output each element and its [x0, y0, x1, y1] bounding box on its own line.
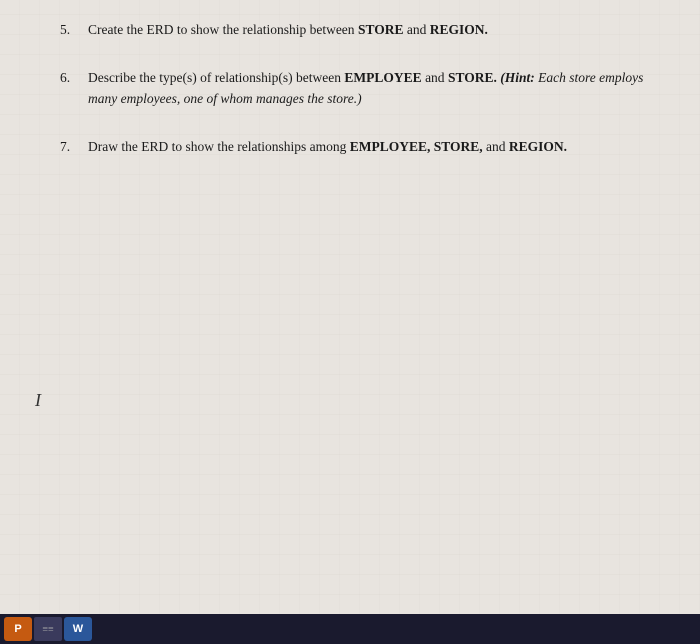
taskbar-files-button[interactable]: ≡≡ — [34, 617, 62, 641]
question-7-text: Draw the ERD to show the relationships a… — [88, 137, 660, 157]
powerpoint-icon: P — [14, 623, 21, 635]
taskbar-word-button[interactable]: W — [64, 617, 92, 641]
word-icon: W — [73, 623, 83, 635]
question-5-text: Create the ERD to show the relationship … — [88, 20, 660, 40]
taskbar-powerpoint-button[interactable]: P — [4, 617, 32, 641]
question-5: 5. Create the ERD to show the relationsh… — [60, 20, 660, 40]
question-6: 6. Describe the type(s) of relationship(… — [60, 68, 660, 109]
question-6-text: Describe the type(s) of relationship(s) … — [88, 68, 660, 109]
text-cursor: I — [35, 390, 41, 411]
files-icon: ≡≡ — [42, 624, 53, 635]
question-7-number: 7. — [60, 137, 88, 157]
document-area: 5. Create the ERD to show the relationsh… — [0, 0, 700, 614]
question-5-number: 5. — [60, 20, 88, 40]
question-7: 7. Draw the ERD to show the relationship… — [60, 137, 660, 157]
taskbar: P ≡≡ W — [0, 614, 700, 644]
question-6-number: 6. — [60, 68, 88, 109]
